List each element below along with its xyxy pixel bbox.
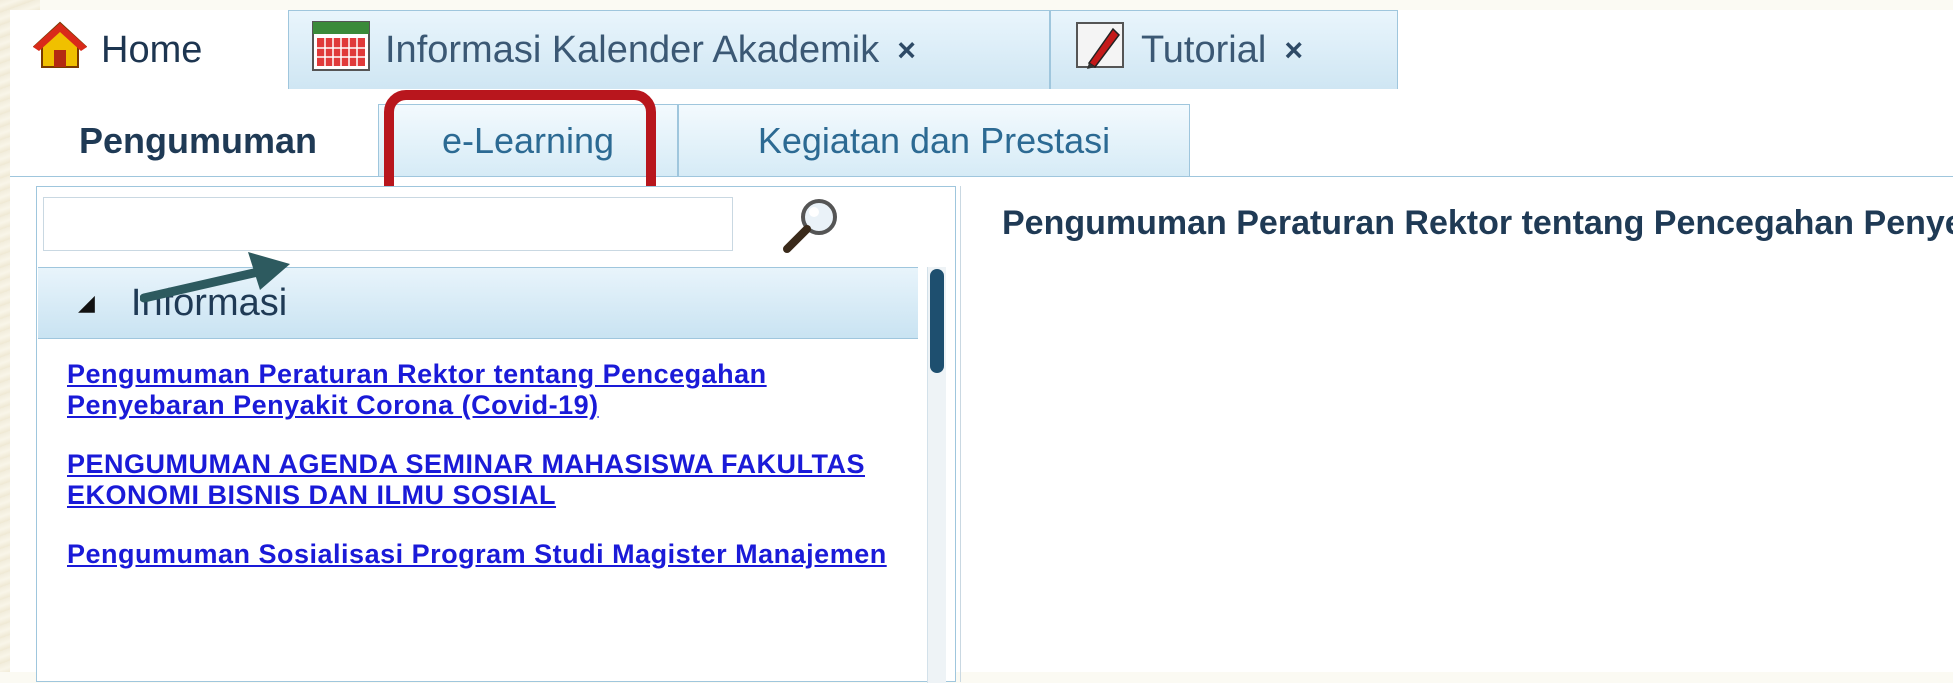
magnifier-icon — [783, 199, 837, 253]
list-item-link[interactable]: PENGUMUMAN AGENDA SEMINAR MAHASISWA FAKU… — [67, 449, 917, 511]
tab-kalender-label: Informasi Kalender Akademik — [385, 28, 880, 71]
home-icon — [32, 20, 88, 80]
list-item-link[interactable]: Pengumuman Sosialisasi Program Studi Mag… — [67, 539, 917, 570]
top-tab-bar: Home Informasi Kalender Akademik × Tutor… — [10, 10, 1953, 91]
sub-tab-bar: Pengumuman e-Learning Kegiatan dan Prest… — [10, 90, 1953, 177]
panel-divider — [960, 186, 961, 682]
tab-home[interactable]: Home — [10, 10, 282, 89]
search-input[interactable] — [43, 197, 733, 251]
scrollbar-thumb[interactable] — [930, 269, 944, 373]
collapse-triangle-icon[interactable]: ◢ — [78, 290, 95, 316]
content-title: Pengumuman Peraturan Rektor tentang Penc… — [1002, 204, 1953, 242]
calendar-icon — [311, 18, 371, 82]
close-icon[interactable]: × — [1284, 32, 1303, 69]
tab-home-label: Home — [101, 28, 203, 71]
annotation-arrow-icon — [140, 252, 290, 303]
tab-tutorial-label: Tutorial — [1141, 28, 1267, 71]
pen-icon — [1073, 19, 1127, 81]
tab-pengumuman[interactable]: Pengumuman — [28, 104, 368, 176]
tab-kalender-akademik[interactable]: Informasi Kalender Akademik × — [288, 10, 1050, 89]
tab-tutorial[interactable]: Tutorial × — [1050, 10, 1398, 89]
app-window: Home Informasi Kalender Akademik × Tutor… — [10, 10, 1953, 683]
list-item-link[interactable]: Pengumuman Peraturan Rektor tentang Penc… — [67, 359, 917, 421]
search-button[interactable] — [777, 193, 847, 255]
close-icon[interactable]: × — [897, 32, 916, 69]
tab-kegiatan-prestasi[interactable]: Kegiatan dan Prestasi — [678, 104, 1190, 176]
scrollbar[interactable] — [927, 267, 946, 683]
announcement-list: Pengumuman Peraturan Rektor tentang Penc… — [67, 359, 917, 598]
